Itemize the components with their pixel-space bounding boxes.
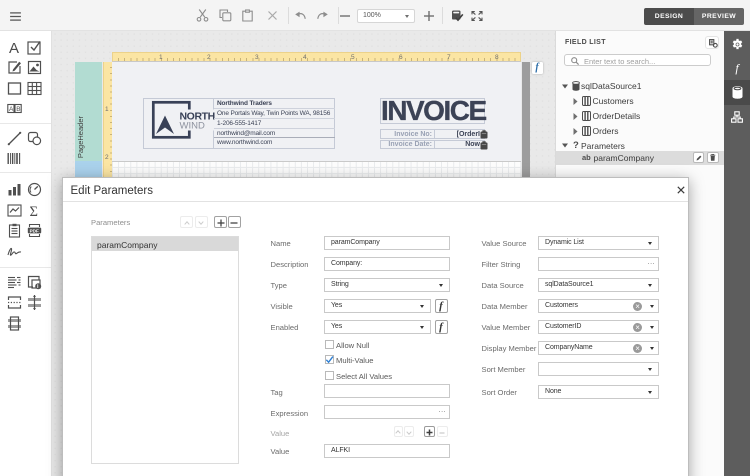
svg-text:WIND: WIND xyxy=(180,121,205,132)
svg-text:B: B xyxy=(16,106,20,113)
svg-text:A: A xyxy=(9,106,14,113)
svg-text:A: A xyxy=(9,40,19,55)
svg-text:PDF: PDF xyxy=(30,228,39,233)
svg-text:Σ: Σ xyxy=(30,204,38,218)
